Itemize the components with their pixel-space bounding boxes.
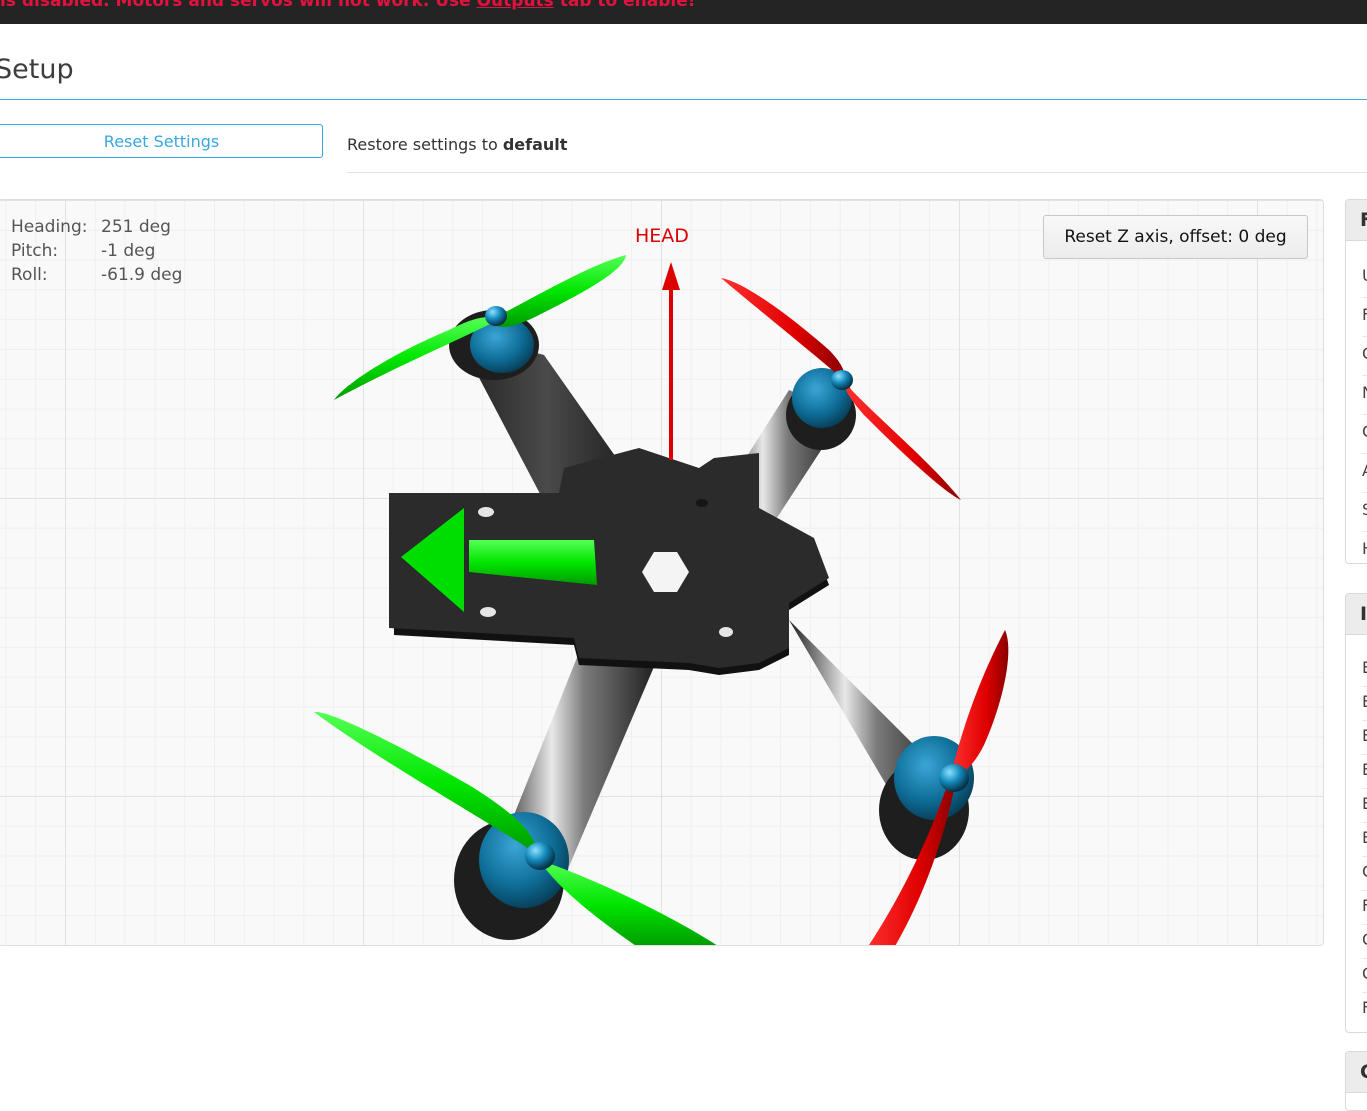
- sidebar-box-2-item: E: [1362, 658, 1367, 677]
- sidebar-box-1-item: C: [1362, 344, 1367, 363]
- sidebar-box-2-item: F: [1362, 998, 1367, 1017]
- heading-value: 251 deg: [101, 217, 171, 237]
- sidebar-box-2-header: I: [1346, 594, 1367, 635]
- restore-settings-description: Restore settings to default: [347, 135, 568, 154]
- sidebar-box-1-item: N: [1362, 383, 1367, 402]
- sidebar-box-2-item: C: [1362, 930, 1367, 949]
- model-viewer-panel[interactable]: Heading: 251 deg Pitch: -1 deg Roll: -61…: [0, 199, 1324, 946]
- roll-readout: Roll: -61.9 deg: [11, 265, 183, 285]
- sidebar-box-1: F U F C N C A S H: [1345, 199, 1367, 564]
- sidebar-box-1-item: U: [1362, 266, 1367, 285]
- outputs-tab-link[interactable]: Outputs: [477, 0, 554, 11]
- sidebar-box-2-item: E: [1362, 692, 1367, 711]
- sidebar-box-1-item: A: [1362, 461, 1367, 480]
- head-label: HEAD: [635, 225, 689, 247]
- sidebar-box-2-item: C: [1362, 964, 1367, 983]
- pitch-value: -1 deg: [101, 241, 156, 261]
- reset-z-axis-button[interactable]: Reset Z axis, offset: 0 deg: [1043, 215, 1308, 259]
- drone-model: [314, 255, 1009, 945]
- sidebar-box-2-item: E: [1362, 760, 1367, 779]
- sidebar-box-1-item: S: [1362, 500, 1367, 519]
- restore-divider: [347, 172, 1367, 173]
- warning-message: is disabled. Motors and servos will not …: [0, 0, 696, 11]
- title-divider: [0, 99, 1367, 100]
- sidebar-box-1-item: C: [1362, 422, 1367, 441]
- sidebar-box-2-item: E: [1362, 794, 1367, 813]
- sidebar-box-2-item: E: [1362, 726, 1367, 745]
- sidebar-box-1-item: H: [1362, 539, 1367, 558]
- motor-disabled-warning-bar: is disabled. Motors and servos will not …: [0, 0, 1367, 24]
- sidebar-box-3: C: [1345, 1051, 1367, 1111]
- sidebar-box-2: I E E E E E E C F C C F: [1345, 593, 1367, 1033]
- sidebar-box-1-header: F: [1346, 200, 1367, 241]
- roll-value: -61.9 deg: [101, 265, 183, 285]
- reset-settings-button[interactable]: Reset Settings: [0, 124, 323, 158]
- page-title: Setup: [0, 54, 74, 85]
- head-arrow: [662, 262, 680, 460]
- heading-readout: Heading: 251 deg: [11, 217, 171, 237]
- pitch-readout: Pitch: -1 deg: [11, 241, 156, 261]
- sidebar-box-2-item: F: [1362, 896, 1367, 915]
- sidebar-box-2-item: C: [1362, 862, 1367, 881]
- sidebar-box-1-item: F: [1362, 305, 1367, 324]
- sidebar-box-2-item: E: [1362, 828, 1367, 847]
